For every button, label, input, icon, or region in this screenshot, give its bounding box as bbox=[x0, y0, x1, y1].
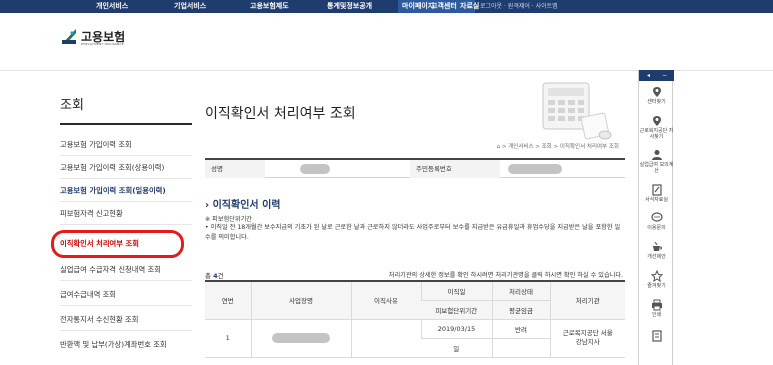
coffee-cup-icon bbox=[652, 241, 662, 251]
nav-business-service[interactable]: 기업서비스 bbox=[174, 0, 206, 13]
agency-hint: 처리기관의 상세한 정보를 확인 하시려면 처리기관명을 클릭 하시면 확인 하… bbox=[388, 272, 623, 279]
cell-no: 1 bbox=[205, 319, 251, 358]
sidebar-item-refund-account[interactable]: 반환액 및 납부(가상)계좌번호 조회 bbox=[60, 333, 192, 356]
note-body: • 이직일 전 18개월간 보수지급의 기초가 된 날로 근로한 날과 근로하지… bbox=[205, 224, 621, 241]
header-no: 연번 bbox=[205, 281, 251, 320]
quick-label: 실업급여 모의계산 bbox=[639, 162, 674, 174]
cell-insured-period: 일 bbox=[421, 338, 492, 358]
location-pin-icon bbox=[652, 87, 661, 97]
calculator-document-illustration-icon bbox=[542, 82, 612, 140]
sidebar-title: 조회 bbox=[60, 98, 84, 113]
sidebar-title-divider bbox=[60, 123, 192, 125]
quick-label: 서식자료실 bbox=[644, 197, 668, 203]
breadcrumb: ⌂ > 개인서비스 > 조회 > 이직확인서 처리여부 조회 bbox=[497, 142, 619, 150]
page-title: 이직확인서 처리여부 조회 bbox=[205, 106, 356, 122]
header-insured-period: 피보험단위기간 bbox=[421, 300, 492, 320]
header-workplace: 사업장명 bbox=[250, 281, 351, 320]
header-avg-wage: 평균임금 bbox=[491, 300, 550, 320]
quick-benefit-calculator[interactable]: 실업급여 모의계산 bbox=[639, 149, 674, 174]
name-label: 성명 bbox=[205, 160, 265, 178]
breadcrumb-path[interactable]: > 개인서비스 > 조회 > 이직확인서 처리여부 조회 bbox=[502, 144, 619, 150]
header-leave-date: 이직일 bbox=[420, 281, 492, 301]
header-agency: 처리기관 bbox=[549, 281, 625, 320]
quick-more[interactable] bbox=[639, 330, 674, 342]
cell-reason bbox=[350, 319, 421, 358]
cell-status: 반려 bbox=[491, 319, 550, 339]
printer-icon bbox=[651, 299, 662, 311]
left-sidebar: 조회 고용보험 가입이력 조회 고용보험 가입이력 조회(상용이력) 고용보험 … bbox=[60, 95, 192, 349]
cell-leave-date: 2019/03/15 bbox=[420, 319, 492, 339]
name-value-redacted bbox=[300, 164, 330, 174]
sidebar-item-unemployment-application[interactable]: 실업급여 수급자격 신청내역 조회 bbox=[60, 258, 192, 281]
quick-label: 인쇄 bbox=[651, 312, 662, 318]
location-pin-icon bbox=[652, 116, 661, 126]
sidebar-item-qualification-report[interactable]: 피보험자격 신고현황 bbox=[60, 202, 192, 225]
star-icon bbox=[650, 270, 663, 282]
result-count: 총 4건 bbox=[205, 270, 224, 280]
section-title-text: 이직확인서 이력 bbox=[212, 200, 281, 211]
document-icon bbox=[651, 330, 662, 342]
main-content: 이직확인서 처리여부 조회 ⌂ > 개인서비스 > 조회 > 이직확인서 처리여… bbox=[205, 0, 625, 365]
sidebar-item-benefit-history[interactable]: 급여수급내역 조회 bbox=[60, 283, 192, 306]
logo-mark-icon bbox=[62, 29, 76, 44]
sidebar-item-daily-history[interactable]: 고용보험 가입이력 조회(일용이력) bbox=[60, 179, 192, 202]
quick-branch-search[interactable]: 근로복지공단 지사찾기 bbox=[639, 115, 674, 140]
logo-subtitle: EMPLOYMENT INSURANCE bbox=[81, 42, 124, 46]
count-unit: 건 bbox=[217, 272, 224, 280]
person-icon bbox=[651, 150, 662, 160]
nav-personal-service[interactable]: 개인서비스 bbox=[96, 0, 128, 13]
separation-history-table: 연번 사업장명 이직사유 이직일 처리상태 처리기관 피보험단위기간 평균임금 … bbox=[205, 280, 625, 358]
quick-forms-archive[interactable]: 서식자료실 bbox=[639, 184, 674, 203]
quick-favorites[interactable]: 즐겨찾기 bbox=[639, 270, 674, 289]
quick-label: 이용문의 bbox=[647, 225, 666, 231]
home-icon[interactable]: ⌂ bbox=[497, 144, 501, 150]
edit-document-icon bbox=[651, 184, 662, 196]
header-status: 처리상태 bbox=[491, 281, 550, 301]
minimize-icon[interactable]: − bbox=[662, 70, 667, 81]
sidebar-item-insurance-history[interactable]: 고용보험 가입이력 조회 bbox=[60, 133, 192, 156]
workplace-redacted bbox=[272, 333, 330, 343]
rrn-label: 주민등록번호 bbox=[410, 160, 500, 178]
speech-bubble-icon bbox=[650, 212, 663, 222]
quick-menu-bar: ◂ − 센터찾기 근로복지공단 지사찾기 실업급여 모의계산 서식자료실 이용문… bbox=[638, 70, 674, 365]
header-reason: 이직사유 bbox=[350, 281, 421, 320]
quick-label: 즐겨찾기 bbox=[647, 283, 666, 289]
note-title: ※ 피보험단위기간 bbox=[205, 216, 252, 223]
quick-center-search[interactable]: 센터찾기 bbox=[639, 86, 674, 105]
quick-suggestion[interactable]: 개선제안 bbox=[639, 241, 674, 260]
cell-workplace bbox=[250, 319, 351, 358]
collapse-arrow-icon[interactable]: ◂ bbox=[647, 70, 650, 81]
table-row: 1 2019/03/15 반려 근로복지공단 서울강남지사 bbox=[205, 319, 625, 358]
cell-avg-wage bbox=[491, 338, 550, 358]
section-title: › 이직확인서 이력 bbox=[205, 196, 281, 211]
quick-label: 근로복지공단 지사찾기 bbox=[639, 128, 674, 140]
rrn-value-redacted bbox=[508, 164, 562, 174]
sidebar-item-regular-history[interactable]: 고용보험 가입이력 조회(상용이력) bbox=[60, 156, 192, 179]
user-info-table: 성명 주민등록번호 bbox=[205, 158, 625, 178]
selected-menu-highlight bbox=[51, 230, 184, 258]
quick-print[interactable]: 인쇄 bbox=[639, 299, 674, 318]
sidebar-item-e-notice[interactable]: 전자통지서 수신현황 조회 bbox=[60, 308, 192, 331]
quickbar-controls: ◂ − bbox=[639, 70, 674, 81]
cell-agency[interactable]: 근로복지공단 서울강남지사 bbox=[549, 319, 625, 358]
chevron-right-icon: › bbox=[205, 200, 210, 211]
quick-label: 개선제안 bbox=[647, 254, 666, 260]
quick-label: 센터찾기 bbox=[647, 99, 666, 105]
count-label: 총 bbox=[205, 272, 211, 280]
quick-inquiry[interactable]: 이용문의 bbox=[639, 212, 674, 231]
